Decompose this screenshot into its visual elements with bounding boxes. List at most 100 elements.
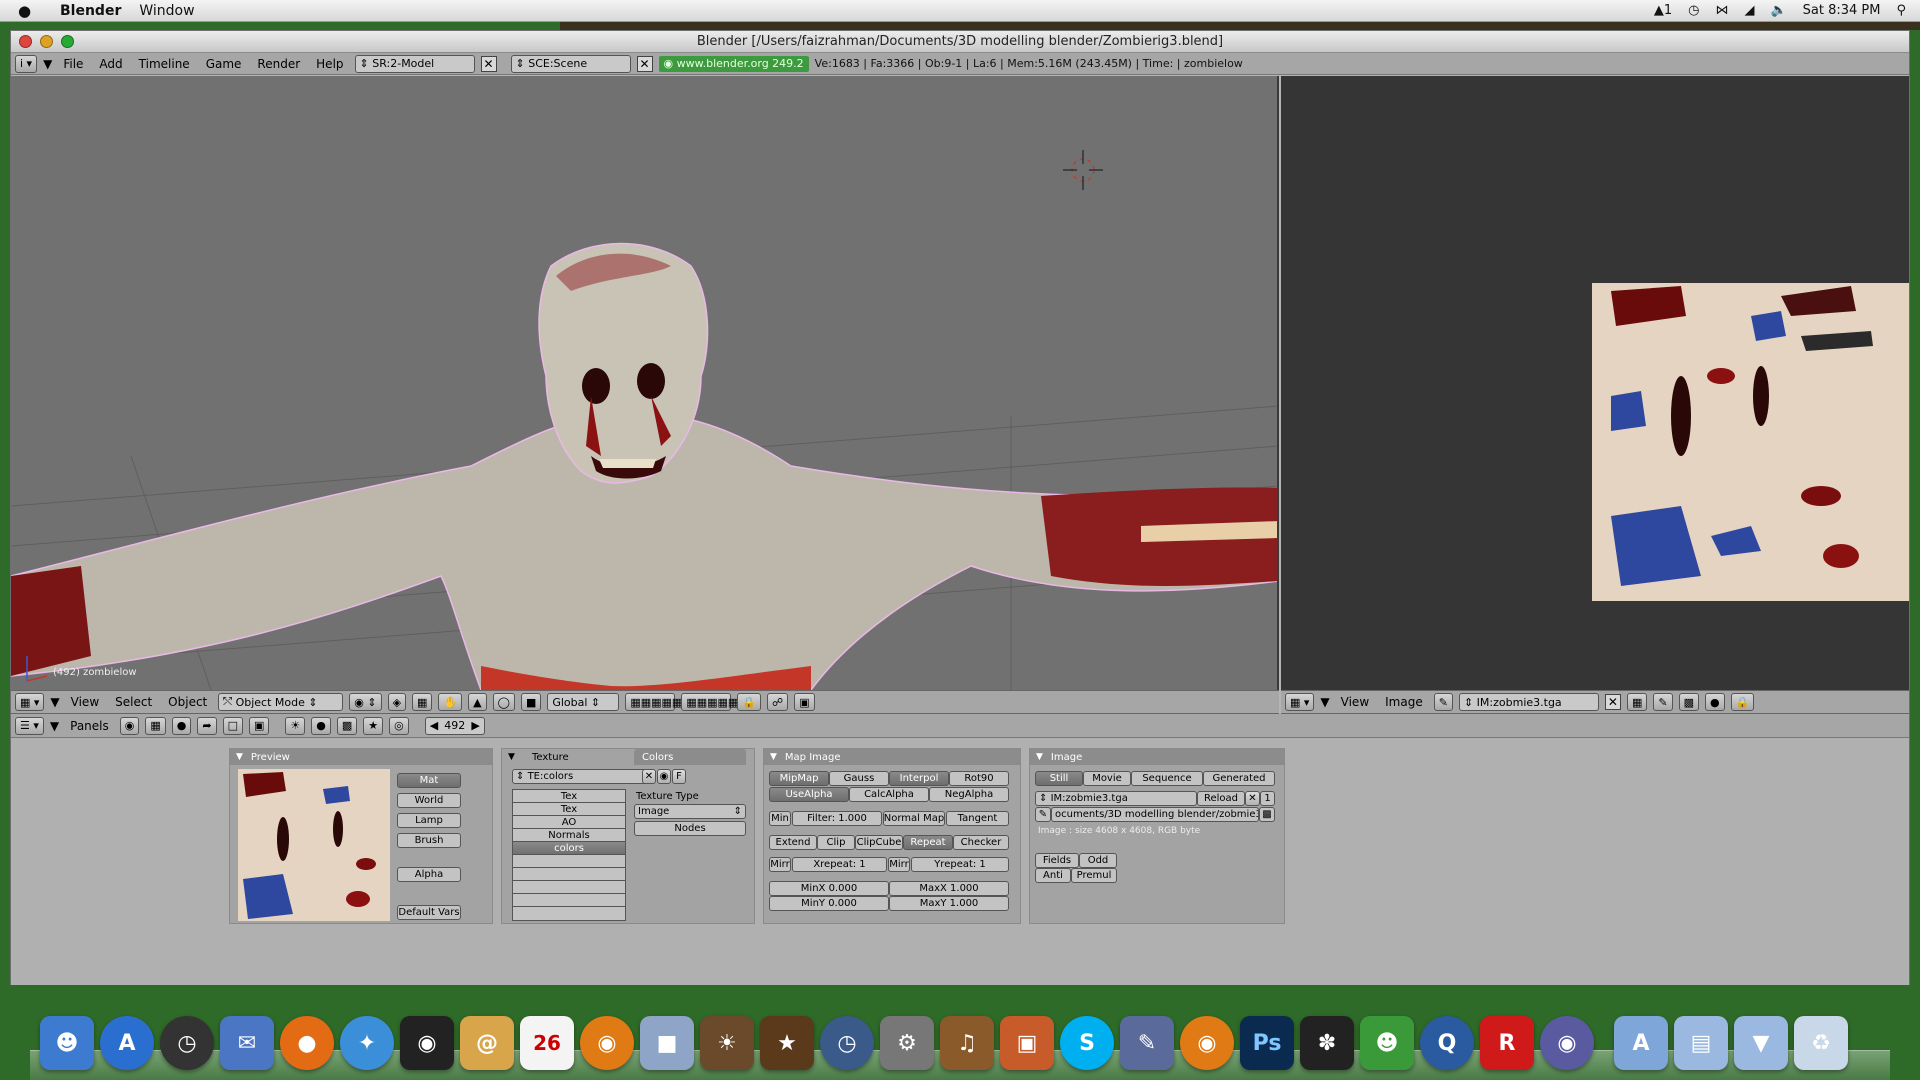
minx-field[interactable]: MinX 0.000	[769, 881, 889, 896]
header-collapse-icon[interactable]: ▼	[43, 57, 52, 71]
xrepeat-field[interactable]: Xrepeat: 1	[792, 857, 887, 872]
app-store-icon[interactable]: A	[100, 1016, 154, 1070]
odd-toggle[interactable]: Odd	[1079, 853, 1117, 868]
scene-selector[interactable]: ⇕ SCE:Scene	[510, 54, 631, 73]
iphoto-icon[interactable]: ☀	[700, 1016, 754, 1070]
texture-shading-icon[interactable]: ▩	[336, 716, 358, 735]
layer-buttons-b[interactable]: ▦▦▦▦▦	[681, 693, 738, 711]
viewport-type-button[interactable]: ▦ ▾	[15, 693, 45, 711]
apple-menu-icon[interactable]: ●	[18, 2, 42, 20]
manipulator-scale-button[interactable]: ■	[520, 693, 542, 711]
map-image-collapse-icon[interactable]: ▼	[770, 752, 777, 762]
menu-add[interactable]: Add	[94, 57, 127, 71]
buttons-type-button[interactable]: ☰ ▾	[15, 716, 44, 735]
garageband-icon[interactable]: ♫	[940, 1016, 994, 1070]
firefox-icon[interactable]: ●	[280, 1016, 334, 1070]
filter-field[interactable]: Filter: 1.000	[792, 811, 882, 826]
ie-menu-image[interactable]: Image	[1380, 695, 1428, 709]
manipulator-translate-button[interactable]: ▲	[468, 693, 487, 711]
texture-datablock-field[interactable]: ⇕ TE:colors	[512, 769, 652, 784]
buttons-collapse-icon[interactable]: ▼	[50, 719, 59, 733]
menu-window[interactable]: Window	[139, 3, 194, 19]
keynote-icon[interactable]: ▣	[1000, 1016, 1054, 1070]
facetime-icon[interactable]: ◉	[400, 1016, 454, 1070]
lock-layers-icon[interactable]: 🔒	[737, 693, 762, 711]
menu-help[interactable]: Help	[311, 57, 348, 71]
layer-buttons-a[interactable]: ▦▦▦▦▦	[625, 693, 682, 711]
documents-folder-icon[interactable]: ▤	[1674, 1016, 1728, 1070]
tab-texture[interactable]: Texture	[524, 749, 634, 765]
checker-option[interactable]: Checker	[953, 835, 1009, 850]
preview-world-button[interactable]: World	[397, 793, 461, 808]
time-machine-icon[interactable]: ◷	[820, 1016, 874, 1070]
info-window-type-button[interactable]: i ▾	[15, 54, 38, 73]
snap-icon[interactable]: ☍	[767, 693, 789, 711]
map-image-panel-title[interactable]: ▼ Map Image	[764, 749, 1020, 765]
world-shading-icon[interactable]: ◎	[389, 716, 409, 735]
normal-space-select[interactable]: Tangent	[946, 811, 1009, 826]
context-editing-icon[interactable]: □	[222, 716, 243, 735]
collapse-triangle-icon[interactable]: ▼	[236, 752, 243, 762]
layers-view-button[interactable]: ▦	[412, 693, 433, 711]
lamp-shading-icon[interactable]: ☀	[285, 716, 306, 735]
image-datablock-field[interactable]: ⇕ IM:zobmie3.tga	[1035, 791, 1197, 806]
menu-render[interactable]: Render	[252, 57, 305, 71]
manipulator-rotate-button[interactable]: ◯	[492, 693, 515, 711]
spotlight-icon[interactable]: ⚲	[1896, 3, 1906, 18]
miny-field[interactable]: MinY 0.000	[769, 896, 889, 911]
vp-menu-view[interactable]: View	[66, 695, 104, 709]
preview-panel-title[interactable]: ▼ Preview	[230, 749, 492, 765]
uv-image-editor[interactable]	[1281, 76, 1909, 690]
script-editor-icon[interactable]: ✎	[1120, 1016, 1174, 1070]
screen-selector[interactable]: ⇕ SR:2-Model	[354, 54, 475, 73]
system-preferences-icon[interactable]: ⚙	[880, 1016, 934, 1070]
image-users-count[interactable]: 1	[1260, 791, 1275, 806]
mail-icon[interactable]: ✉	[220, 1016, 274, 1070]
menu-file[interactable]: File	[58, 57, 88, 71]
address-book-icon[interactable]: @	[460, 1016, 514, 1070]
rot90-toggle[interactable]: Rot90	[949, 771, 1009, 786]
pack-image-icon[interactable]: ▩	[1259, 807, 1275, 822]
pack-icon[interactable]: ▦	[1626, 693, 1648, 711]
render-preview-icon[interactable]: ▣	[794, 693, 815, 711]
image-filepath-field[interactable]: ocuments/3D modelling blender/zobmie3.tg…	[1051, 807, 1259, 822]
menu-game[interactable]: Game	[201, 57, 247, 71]
context-logic-icon[interactable]: ◉	[119, 716, 140, 735]
delete-screen-button[interactable]: ✕	[480, 55, 497, 72]
messenger-icon[interactable]: ☻	[1360, 1016, 1414, 1070]
premul-toggle[interactable]: Premul	[1071, 868, 1117, 883]
volume-icon[interactable]: 🔈	[1770, 3, 1786, 18]
ical-icon[interactable]: 26	[520, 1016, 574, 1070]
anti-toggle[interactable]: Anti	[1035, 868, 1071, 883]
blender-icon[interactable]: ◉	[580, 1016, 634, 1070]
image-source-movie[interactable]: Movie	[1083, 771, 1131, 786]
wifi-icon[interactable]: ◢	[1744, 3, 1754, 18]
blender-alt-icon[interactable]: ◉	[1180, 1016, 1234, 1070]
material-shading-icon[interactable]: ●	[311, 716, 331, 735]
preview-alpha-button[interactable]: Alpha	[397, 867, 461, 882]
texture-fake-icon[interactable]: ◉	[657, 769, 671, 784]
image-selector[interactable]: ⇕ IM:zobmie3.tga	[1458, 693, 1599, 711]
dashboard-icon[interactable]: ◷	[160, 1016, 214, 1070]
manipulator-hand-button[interactable]: ✋	[438, 693, 463, 711]
panels-menu[interactable]: Panels	[65, 719, 114, 733]
negalpha-toggle[interactable]: NegAlpha	[929, 787, 1009, 802]
extend-option[interactable]: Extend	[769, 835, 817, 850]
window-titlebar[interactable]: Blender [/Users/faizrahman/Documents/3D …	[11, 31, 1909, 53]
uv-sticky-icon[interactable]: ✎	[1653, 693, 1673, 711]
trash-icon[interactable]: ♻	[1794, 1016, 1848, 1070]
finder-icon[interactable]: ☻	[40, 1016, 94, 1070]
paint-icon[interactable]: ✎	[1433, 693, 1453, 711]
normal-map-toggle[interactable]: Normal Map	[883, 811, 945, 826]
unlink-image-button[interactable]: ✕	[1604, 694, 1621, 710]
vp-menu-select[interactable]: Select	[110, 695, 157, 709]
mipmap-toggle[interactable]: MipMap	[769, 771, 829, 786]
image-panel-title[interactable]: ▼ Image	[1030, 749, 1284, 765]
preview-brush-button[interactable]: Brush	[397, 833, 461, 848]
default-vars-button[interactable]: Default Vars	[397, 905, 461, 920]
image-editor-type-button[interactable]: ▦ ▾	[1285, 693, 1315, 711]
imovie-icon[interactable]: ★	[760, 1016, 814, 1070]
image-source-sequence[interactable]: Sequence	[1131, 771, 1203, 786]
orientation-selector[interactable]: Global ⇕	[547, 693, 620, 711]
clip-option[interactable]: Clip	[817, 835, 855, 850]
